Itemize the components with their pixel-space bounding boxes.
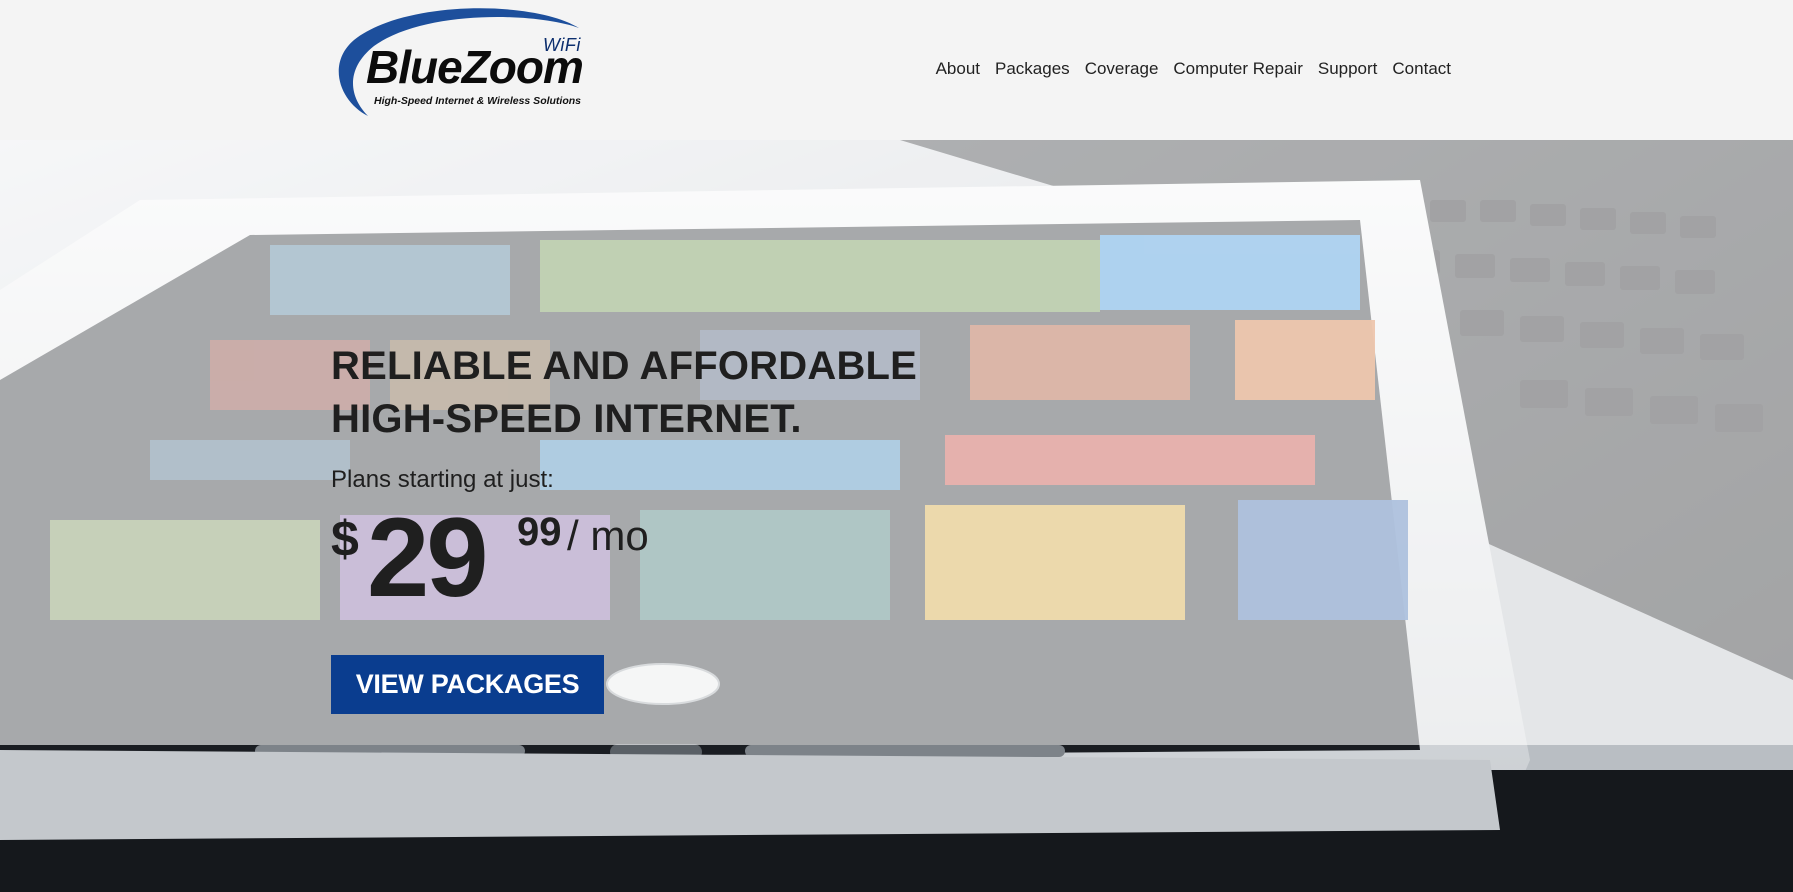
main-nav: About Packages Coverage Computer Repair … bbox=[936, 59, 1451, 79]
nav-item-packages[interactable]: Packages bbox=[995, 59, 1070, 79]
price-dollars: 29 bbox=[367, 495, 489, 620]
price-period: / mo bbox=[567, 512, 649, 559]
hero-headline-line1: RELIABLE AND AFFORDABLE bbox=[331, 344, 918, 388]
view-packages-button[interactable]: VIEW PACKAGES bbox=[331, 655, 604, 714]
nav-item-computer-repair[interactable]: Computer Repair bbox=[1173, 59, 1302, 79]
logo-wordmark: BlueZoom bbox=[366, 41, 584, 93]
logo-word-blue: Blue bbox=[366, 41, 463, 93]
brand-logo[interactable]: WiFi BlueZoom High-Speed Internet & Wire… bbox=[334, 6, 596, 130]
hero-headline: RELIABLE AND AFFORDABLE HIGH-SPEED INTER… bbox=[331, 340, 1031, 446]
nav-item-coverage[interactable]: Coverage bbox=[1085, 59, 1159, 79]
nav-item-support[interactable]: Support bbox=[1318, 59, 1378, 79]
logo-tagline: High-Speed Internet & Wireless Solutions bbox=[374, 95, 582, 107]
nav-item-about[interactable]: About bbox=[936, 59, 980, 79]
site-header: WiFi BlueZoom High-Speed Internet & Wire… bbox=[0, 0, 1793, 140]
nav-item-contact[interactable]: Contact bbox=[1392, 59, 1451, 79]
price-currency: $ bbox=[331, 511, 359, 567]
hero-section: RELIABLE AND AFFORDABLE HIGH-SPEED INTER… bbox=[0, 140, 1793, 892]
logo-word-zoom: Zoom bbox=[461, 41, 584, 93]
hero-subline: Plans starting at just: bbox=[331, 466, 554, 493]
price-display: $ 29 99 / mo bbox=[331, 498, 1031, 624]
hero-content: RELIABLE AND AFFORDABLE HIGH-SPEED INTER… bbox=[331, 340, 1031, 624]
price-cents: 99 bbox=[517, 510, 562, 554]
hero-headline-line2: HIGH-SPEED INTERNET. bbox=[331, 397, 802, 441]
